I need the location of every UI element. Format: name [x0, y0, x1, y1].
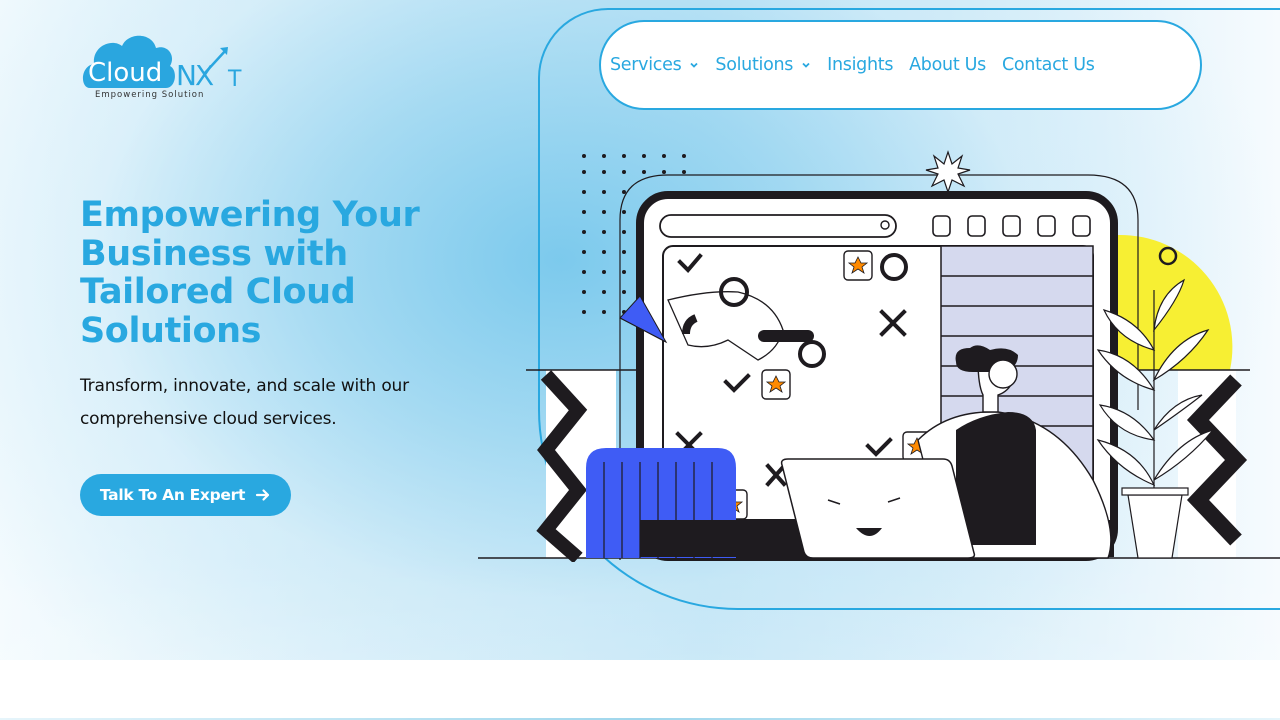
- logo-text-nx: NX: [176, 59, 214, 92]
- brand-logo[interactable]: Cloud NX T Empowering Solution: [82, 30, 252, 102]
- headline-line: Tailored Cloud: [80, 272, 356, 312]
- nav-item-insights[interactable]: Insights: [827, 55, 893, 75]
- star-badge-icon: [843, 250, 873, 281]
- headline-line: Business with: [80, 233, 348, 274]
- subtext-line: Transform, innovate, and scale with our: [80, 376, 409, 396]
- star-badge-icon: [761, 369, 791, 400]
- nav-label: Services: [610, 55, 682, 75]
- logo-tagline: Empowering Solution: [95, 90, 204, 100]
- laptop-illustration: [780, 458, 976, 559]
- nav-label: Contact Us: [1001, 55, 1095, 75]
- nav-item-about-us[interactable]: About Us: [909, 55, 986, 75]
- logo-text-t: T: [227, 67, 242, 92]
- sparkle-icon: [925, 150, 971, 194]
- nav-item-contact-us[interactable]: Contact Us: [1002, 55, 1095, 75]
- chevron-down-icon: [689, 60, 699, 70]
- nav-label: About Us: [909, 55, 986, 75]
- zigzag-panel-right: [1178, 370, 1248, 558]
- browser-search-bar: [659, 214, 897, 238]
- talk-to-expert-button[interactable]: Talk To An Expert: [80, 474, 291, 516]
- arrow-right-icon: [255, 488, 271, 502]
- headline-line: Solutions: [80, 310, 262, 351]
- nav-item-services[interactable]: Services: [610, 55, 699, 75]
- cta-label: Talk To An Expert: [99, 486, 246, 504]
- nav-label: Insights: [827, 55, 894, 75]
- headline-line: Empowering Your: [80, 195, 420, 235]
- hero-headline: Empowering Your Business with Tailored C…: [80, 196, 500, 350]
- hero-illustration: [478, 150, 1280, 562]
- logo-text-cloud: Cloud: [88, 58, 162, 88]
- chevron-down-icon: [801, 60, 811, 70]
- hero-subtext: Transform, innovate, and scale with our …: [80, 370, 460, 436]
- subtext-line: comprehensive cloud services.: [80, 409, 337, 429]
- nav-item-solutions[interactable]: Solutions: [715, 55, 811, 75]
- nav-label: Solutions: [715, 55, 794, 75]
- main-nav: Services Solutions Insights About Us Con…: [599, 20, 1202, 110]
- cloud-logo-icon: Cloud NX T Empowering Solution: [82, 35, 242, 100]
